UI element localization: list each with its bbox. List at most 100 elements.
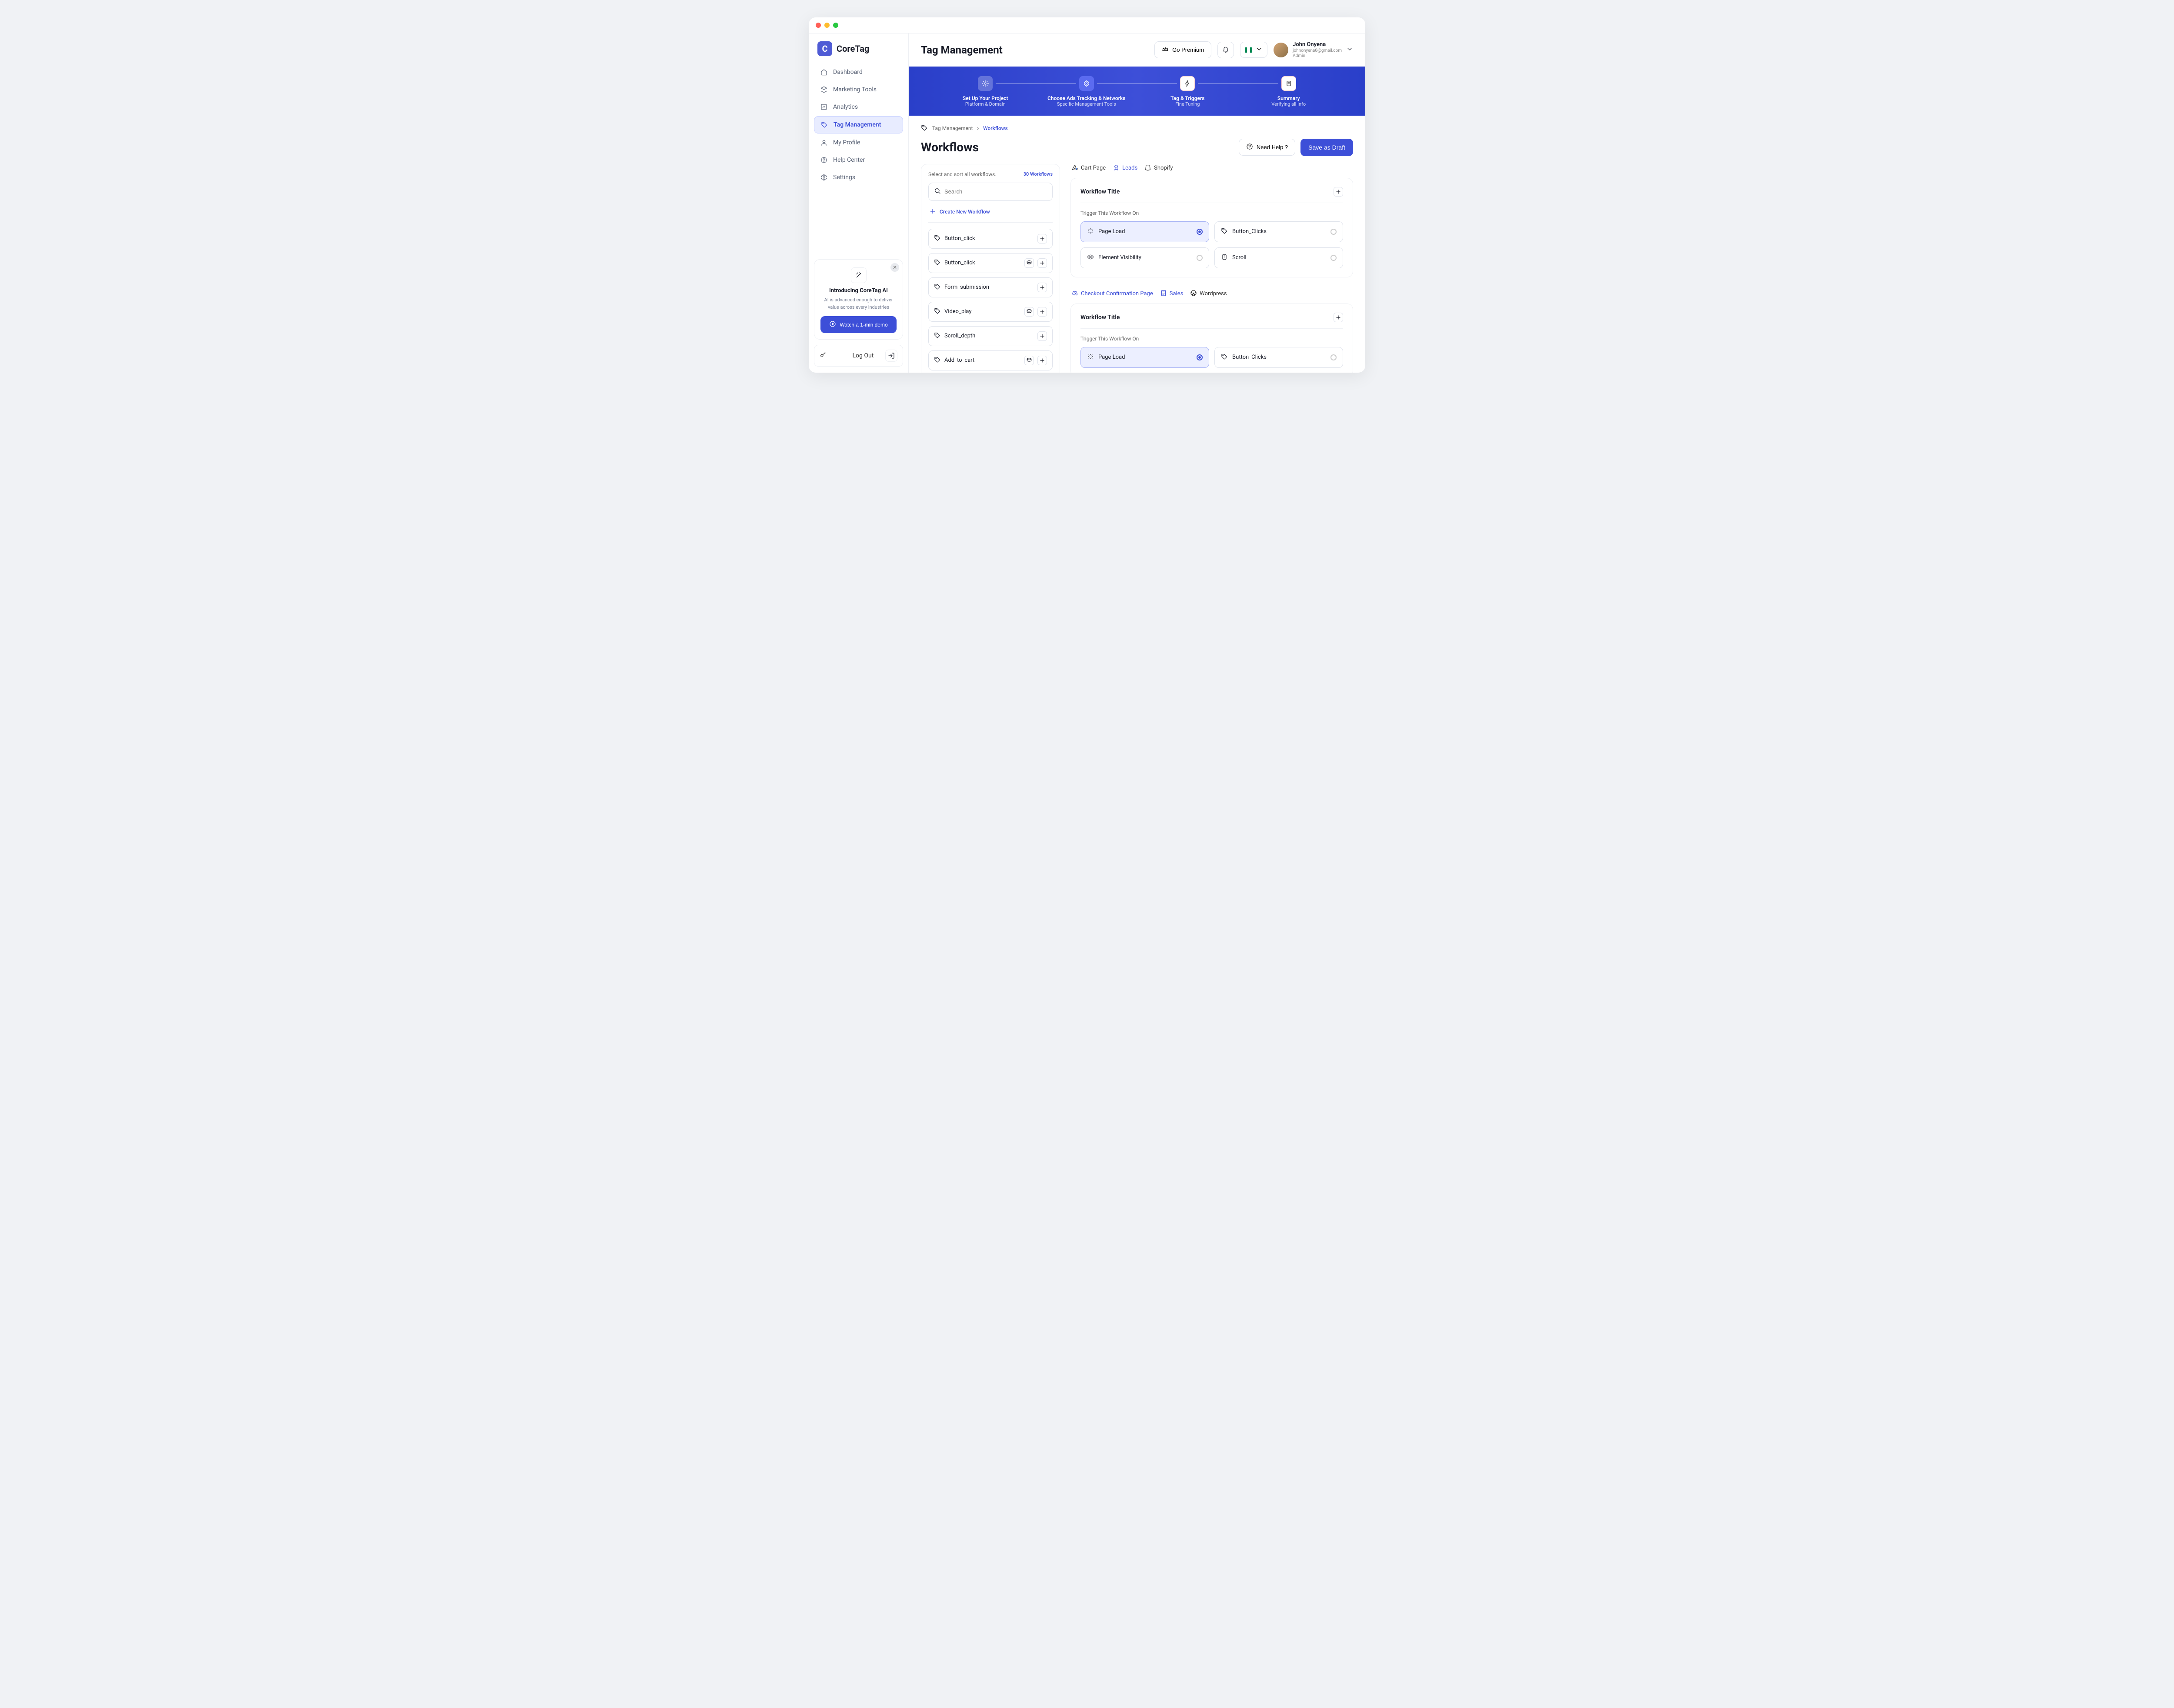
maximize-dot[interactable]: [833, 23, 838, 28]
workflow-item[interactable]: Button_click: [928, 229, 1053, 249]
add-button[interactable]: [1037, 283, 1047, 292]
create-workflow-button[interactable]: Create New Workflow: [928, 205, 1053, 223]
config-tag-label: Cart Page: [1081, 165, 1106, 171]
add-button[interactable]: [1037, 356, 1047, 365]
sidebar-item-label: Analytics: [833, 103, 858, 110]
config-tag[interactable]: Cart Page: [1071, 164, 1106, 173]
key-icon: [820, 351, 849, 360]
workflow-item[interactable]: Add_to_cart: [928, 350, 1053, 370]
add-button[interactable]: [1037, 307, 1047, 317]
breadcrumb-item[interactable]: Workflows: [983, 125, 1008, 131]
trigger-option[interactable]: Button_Clicks: [1214, 221, 1343, 242]
workflow-list-panel: Select and sort all workflows. 30 Workfl…: [921, 164, 1060, 373]
config-tag[interactable]: Leads: [1113, 164, 1137, 173]
add-button[interactable]: [1037, 258, 1047, 268]
tag-icon: [1221, 227, 1228, 236]
config-tag-label: Checkout Confirmation Page: [1081, 290, 1153, 297]
add-title-button[interactable]: [1334, 313, 1343, 322]
trigger-option[interactable]: Scroll: [1214, 247, 1343, 268]
sidebar-item-profile[interactable]: My Profile: [814, 134, 903, 151]
close-dot[interactable]: [816, 23, 821, 28]
layers-icon[interactable]: [1024, 307, 1034, 317]
user-icon: [820, 139, 828, 147]
workflow-count[interactable]: 30 Workflows: [1024, 171, 1053, 177]
add-button[interactable]: [1037, 234, 1047, 244]
panel-title: Workflow Title: [1080, 314, 1334, 321]
step-sub: Platform & Domain: [935, 101, 1036, 107]
step-tracking[interactable]: Choose Ads Tracking & Networks Specific …: [1036, 76, 1137, 107]
step-sub: Specific Management Tools: [1036, 101, 1137, 107]
step-triggers[interactable]: Tag & Triggers Fine Tuning: [1137, 76, 1238, 107]
sidebar-item-marketing[interactable]: Marketing Tools: [814, 81, 903, 98]
tag-icon: [934, 259, 941, 267]
doc-icon: [1160, 290, 1167, 298]
workflow-item[interactable]: Scroll_depth: [928, 326, 1053, 346]
sidebar-item-settings[interactable]: Settings: [814, 169, 903, 186]
promo-subtitle: AI is advanced enough to deliver value a…: [820, 297, 897, 311]
trigger-option[interactable]: Element Visibility: [1080, 247, 1209, 268]
section-title: Workflows: [921, 140, 1239, 154]
notifications-button[interactable]: [1217, 42, 1234, 58]
trigger-label: Scroll: [1232, 254, 1326, 261]
step-sub: Fine Tuning: [1137, 101, 1238, 107]
workflow-item-label: Add_to_cart: [944, 357, 1021, 364]
workflow-item[interactable]: Button_click: [928, 253, 1053, 273]
topbar: Tag Management Go Premium John Onyena: [909, 33, 1365, 67]
watch-demo-button[interactable]: Watch a 1-min demo: [820, 316, 897, 333]
spinner-icon: [1087, 353, 1094, 362]
config-tag-label: Sales: [1170, 290, 1184, 297]
help-icon: [820, 156, 828, 164]
search-input[interactable]: [944, 188, 1047, 195]
add-title-button[interactable]: [1334, 187, 1343, 197]
sidebar-item-label: Marketing Tools: [833, 86, 877, 93]
config-tag[interactable]: Shopify: [1144, 164, 1173, 173]
breadcrumb-item[interactable]: Tag Management: [932, 125, 973, 131]
trigger-option[interactable]: Page Load: [1080, 221, 1209, 242]
tag-icon: [1221, 353, 1228, 362]
trigger-option[interactable]: Page Load: [1080, 347, 1209, 368]
step-summary[interactable]: Summary Verifying all Info: [1238, 76, 1340, 107]
premium-label: Go Premium: [1172, 47, 1204, 53]
radio-icon: [1197, 255, 1203, 261]
config-tag[interactable]: Sales: [1160, 290, 1184, 298]
trigger-option[interactable]: Button_Clicks: [1214, 347, 1343, 368]
promo-title: Introducing CoreTag AI: [820, 287, 897, 294]
sidebar-item-analytics[interactable]: Analytics: [814, 99, 903, 115]
need-help-button[interactable]: Need Help ?: [1239, 139, 1295, 156]
promo-close-button[interactable]: ✕: [890, 263, 899, 272]
config-tag[interactable]: Checkout Confirmation Page: [1071, 290, 1153, 298]
user-email: johnonyena0@gmail.com: [1293, 48, 1342, 53]
user-menu[interactable]: John Onyena johnonyena0@gmail.com Admin: [1274, 41, 1353, 59]
logout-label[interactable]: Log Out: [853, 352, 882, 359]
save-draft-button[interactable]: Save as Draft: [1300, 139, 1353, 156]
language-selector[interactable]: [1240, 42, 1267, 58]
workflow-item[interactable]: Form_submission: [928, 277, 1053, 297]
step-title: Set Up Your Project: [935, 95, 1036, 101]
config-block: Cart PageLeadsShopifyWorkflow TitleTrigg…: [1070, 164, 1353, 277]
sidebar-item-help[interactable]: Help Center: [814, 152, 903, 168]
sidebar-item-label: Help Center: [833, 157, 865, 163]
layers-icon[interactable]: [1024, 356, 1034, 365]
sidebar-item-dashboard[interactable]: Dashboard: [814, 64, 903, 80]
search-icon: [934, 187, 941, 196]
brand[interactable]: C CoreTag: [814, 41, 903, 64]
step-setup[interactable]: Set Up Your Project Platform & Domain: [935, 76, 1036, 107]
layers-icon[interactable]: [1024, 258, 1034, 268]
wand-icon: [851, 267, 867, 283]
window-titlebar: [809, 17, 1365, 33]
go-premium-button[interactable]: Go Premium: [1154, 41, 1211, 58]
eye-icon: [1087, 254, 1094, 262]
minimize-dot[interactable]: [824, 23, 830, 28]
config-tag[interactable]: Wordpress: [1190, 290, 1227, 298]
promo-card: ✕ Introducing CoreTag AI AI is advanced …: [814, 259, 903, 340]
workflow-item-label: Scroll_depth: [944, 333, 1034, 339]
search-box[interactable]: [928, 183, 1053, 201]
main-content: Tag Management Go Premium John Onyena: [909, 33, 1365, 373]
help-label: Need Help ?: [1257, 144, 1288, 150]
logout-button[interactable]: [885, 350, 897, 362]
workflow-item[interactable]: Video_play: [928, 302, 1053, 322]
sidebar-item-tag-management[interactable]: Tag Management: [814, 116, 903, 133]
add-button[interactable]: [1037, 331, 1047, 341]
scroll-icon: [1221, 254, 1228, 262]
sidebar-item-label: Settings: [833, 174, 855, 181]
